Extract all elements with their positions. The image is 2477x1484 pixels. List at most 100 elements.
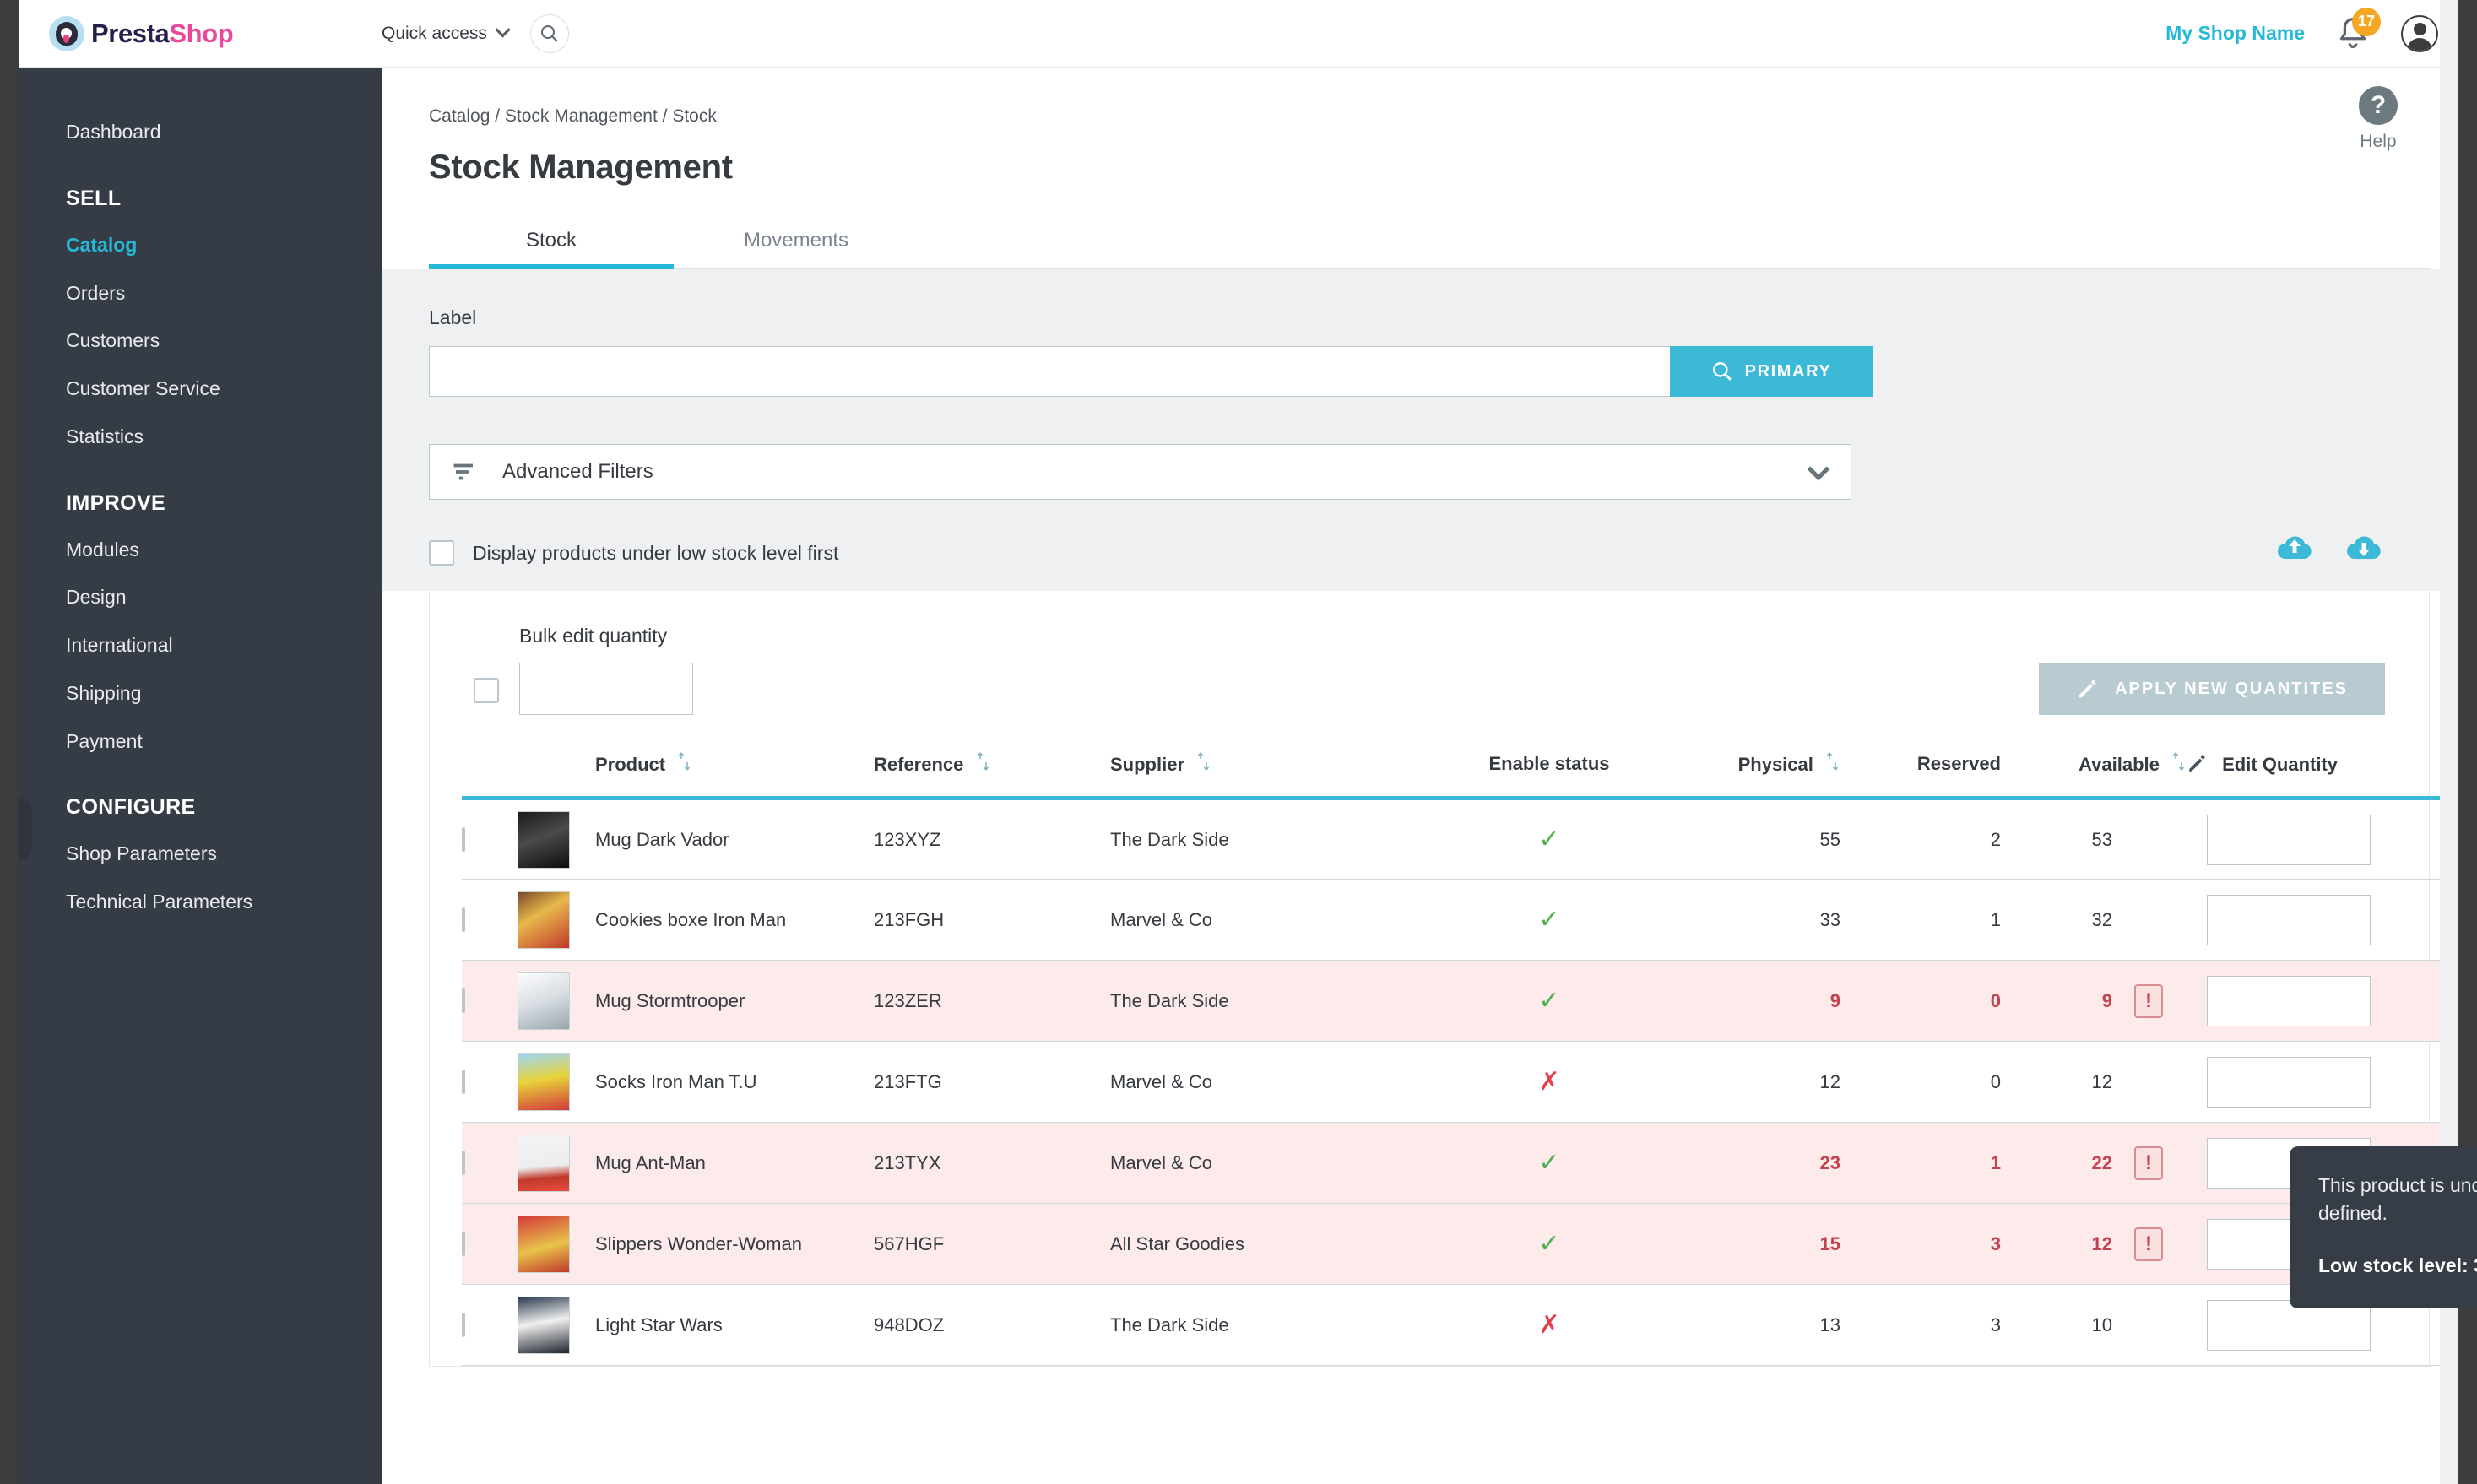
tab-movements[interactable]: Movements xyxy=(674,215,919,268)
user-avatar[interactable] xyxy=(2401,15,2438,52)
table-row: Mug Ant-Man213TYXMarvel & Co✓23122! xyxy=(462,1123,2448,1204)
shop-name-link[interactable]: My Shop Name xyxy=(2165,22,2305,45)
sidebar-item-payment[interactable]: Payment xyxy=(19,718,382,766)
row-product-name[interactable]: Socks Iron Man T.U xyxy=(595,1042,874,1123)
sidebar-item-orders[interactable]: Orders xyxy=(19,269,382,317)
row-checkbox-cell xyxy=(462,799,518,880)
row-product-name[interactable]: Mug Stormtrooper xyxy=(595,961,874,1042)
row-checkbox[interactable] xyxy=(462,1232,465,1256)
prestashop-admin-window: PrestaShop Quick access My Shop Name 17 xyxy=(0,0,2477,1484)
apply-new-quantities-button[interactable]: APPLY NEW QUANTITES xyxy=(2039,663,2385,715)
row-edit-quantity-input[interactable] xyxy=(2207,976,2371,1026)
product-thumbnail xyxy=(518,1216,570,1273)
bulk-quantity-input[interactable] xyxy=(519,663,693,715)
primary-button-label: PRIMARY xyxy=(1745,362,1832,382)
header-supplier[interactable]: Supplier xyxy=(1110,744,1452,799)
header-reference[interactable]: Reference xyxy=(874,744,1110,799)
row-available-cell: 22! xyxy=(2001,1123,2187,1204)
select-all-checkbox[interactable] xyxy=(474,678,499,703)
sort-icon[interactable] xyxy=(677,750,692,777)
sort-icon[interactable] xyxy=(976,750,991,777)
left-edge-rail xyxy=(0,0,19,68)
low-stock-tooltip: This product is under the low stock leve… xyxy=(2290,1146,2477,1308)
low-stock-warning-icon[interactable]: ! xyxy=(2134,1227,2163,1261)
row-product-name[interactable]: Cookies boxe Iron Man xyxy=(595,880,874,961)
row-available: 32 xyxy=(2092,909,2112,931)
row-product-name[interactable]: Slippers Wonder-Woman xyxy=(595,1204,874,1285)
row-checkbox[interactable] xyxy=(462,988,465,1013)
sidebar-item-statistics[interactable]: Statistics xyxy=(19,413,382,461)
row-supplier: Marvel & Co xyxy=(1110,880,1452,961)
header-available[interactable]: Available xyxy=(2001,744,2187,799)
row-edit-quantity-input[interactable] xyxy=(2207,895,2371,945)
label-field-caption: Label xyxy=(429,306,2430,329)
sidebar-item-shipping[interactable]: Shipping xyxy=(19,669,382,718)
product-thumbnail xyxy=(518,891,570,949)
row-enable-status: ✓ xyxy=(1452,799,1646,880)
row-edit-quantity-cell xyxy=(2187,799,2448,880)
pencil-icon xyxy=(2187,752,2209,774)
sidebar-item-shop-parameters[interactable]: Shop Parameters xyxy=(19,830,382,878)
row-checkbox[interactable] xyxy=(462,1151,465,1175)
row-edit-quantity-cell xyxy=(2187,961,2448,1042)
row-checkbox[interactable] xyxy=(462,1313,465,1337)
low-stock-warning-icon[interactable]: ! xyxy=(2134,1146,2163,1180)
row-checkbox[interactable] xyxy=(462,827,465,852)
sidebar-collapse-handle[interactable] xyxy=(19,798,32,860)
header-checkbox-col xyxy=(462,744,518,799)
sort-icon[interactable] xyxy=(1196,750,1211,777)
row-available-cell: 53 xyxy=(2001,799,2187,880)
low-stock-warning-icon[interactable]: ! xyxy=(2134,984,2163,1018)
cross-icon: ✗ xyxy=(1538,1311,1559,1339)
product-thumbnail xyxy=(518,1135,570,1192)
sort-icon[interactable] xyxy=(1825,750,1840,777)
label-search-input[interactable] xyxy=(429,346,1670,397)
row-product-name[interactable]: Mug Dark Vador xyxy=(595,799,874,880)
header-physical[interactable]: Physical xyxy=(1646,744,1840,799)
primary-search-button[interactable]: PRIMARY xyxy=(1670,346,1873,397)
sidebar-item-modules[interactable]: Modules xyxy=(19,526,382,574)
bulk-edit-area: Bulk edit quantity APPLY NEW QUANTITES xyxy=(430,591,2429,744)
row-product-name[interactable]: Light Star Wars xyxy=(595,1285,874,1366)
row-available: 10 xyxy=(2092,1314,2112,1336)
low-stock-first-checkbox[interactable] xyxy=(429,540,454,566)
advanced-filters-dropdown[interactable]: Advanced Filters xyxy=(429,444,1851,500)
cloud-upload-icon[interactable] xyxy=(2274,530,2315,564)
header-enable-status: Enable status xyxy=(1452,744,1646,799)
row-reserved: 0 xyxy=(1840,1042,2001,1123)
table-row: Light Star Wars948DOZThe Dark Side✗13310 xyxy=(462,1285,2448,1366)
row-checkbox[interactable] xyxy=(462,1070,465,1094)
header-product[interactable]: Product xyxy=(595,744,874,799)
row-edit-quantity-input[interactable] xyxy=(2207,815,2371,865)
row-reference: 123ZER xyxy=(874,961,1110,1042)
quick-access-label: Quick access xyxy=(382,24,487,44)
brand-logo-area[interactable]: PrestaShop xyxy=(19,16,382,51)
sidebar-item-design[interactable]: Design xyxy=(19,573,382,621)
product-thumbnail xyxy=(518,1297,570,1354)
row-edit-quantity-input[interactable] xyxy=(2207,1057,2371,1108)
sort-icon[interactable] xyxy=(2171,750,2187,777)
sidebar-item-customer-service[interactable]: Customer Service xyxy=(19,365,382,413)
sidebar-item-dashboard[interactable]: Dashboard xyxy=(19,108,382,156)
tab-stock[interactable]: Stock xyxy=(429,215,674,268)
question-mark-icon: ? xyxy=(2359,86,2398,125)
row-checkbox-cell xyxy=(462,880,518,961)
row-physical: 33 xyxy=(1646,880,1840,961)
check-icon: ✓ xyxy=(1538,826,1559,853)
notifications-button[interactable]: 17 xyxy=(2333,14,2372,53)
sidebar-item-customers[interactable]: Customers xyxy=(19,317,382,365)
sidebar-item-catalog[interactable]: Catalog xyxy=(19,221,382,269)
search-button[interactable] xyxy=(530,14,569,53)
sidebar-item-technical-parameters[interactable]: Technical Parameters xyxy=(19,878,382,926)
row-available-cell: 10 xyxy=(2001,1285,2187,1366)
row-supplier: The Dark Side xyxy=(1110,1285,1452,1366)
help-button[interactable]: ? Help xyxy=(2332,86,2425,152)
sidebar-item-international[interactable]: International xyxy=(19,621,382,669)
row-product-name[interactable]: Mug Ant-Man xyxy=(595,1123,874,1204)
row-supplier: The Dark Side xyxy=(1110,799,1452,880)
header-reference-label: Reference xyxy=(874,754,963,775)
quick-access-dropdown[interactable]: Quick access xyxy=(382,24,508,44)
row-checkbox[interactable] xyxy=(462,907,465,932)
cloud-download-icon[interactable] xyxy=(2344,530,2384,564)
row-checkbox-cell xyxy=(462,1123,518,1204)
